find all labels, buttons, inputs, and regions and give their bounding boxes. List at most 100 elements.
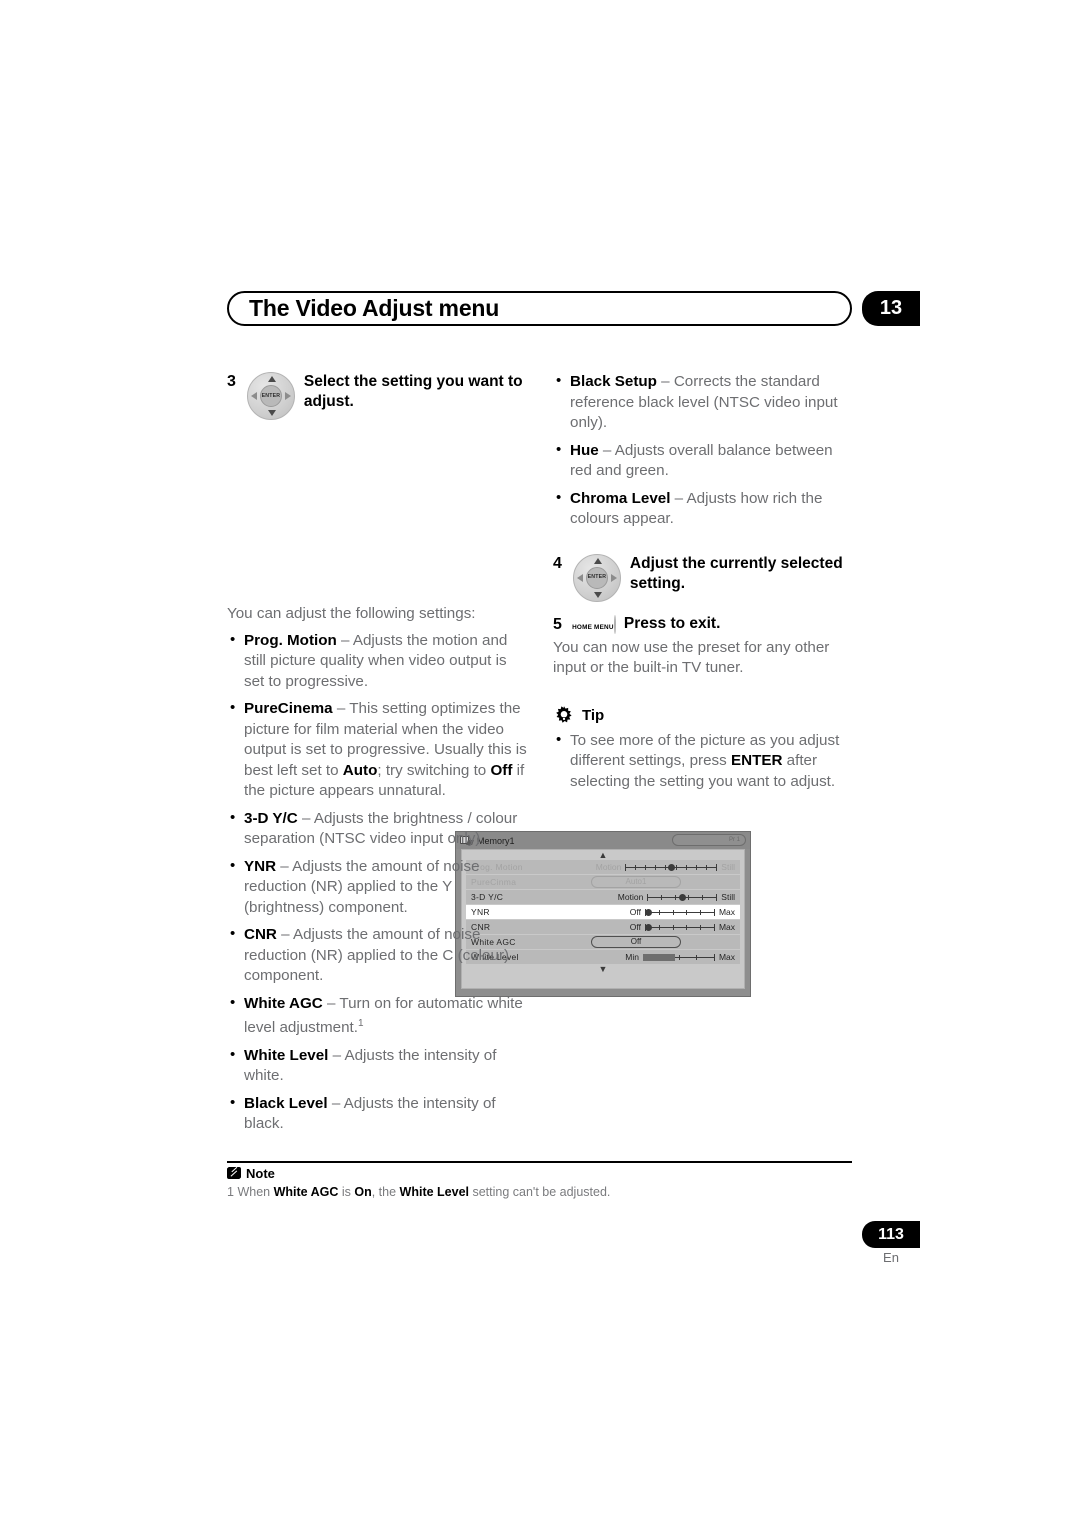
osd-slider[interactable] [642, 953, 715, 962]
setting-bullet-item: Black Setup – Corrects the standard refe… [553, 371, 853, 434]
setting-bullet-item: PureCinema – This setting optimizes the … [227, 698, 527, 802]
osd-slider[interactable] [647, 893, 718, 902]
note-post: setting can't be adjusted. [469, 1185, 611, 1199]
tip-label: Tip [582, 707, 605, 724]
note-pre: When [237, 1185, 274, 1199]
tip-bulb-icon [553, 705, 575, 727]
tip-bullet-list: To see more of the picture as you adjust… [553, 730, 853, 793]
osd-scale-max-label: Max [718, 952, 735, 962]
note-label: Note [246, 1166, 275, 1181]
osd-setting-control[interactable]: Motion Still [563, 862, 735, 872]
note-footnote-text: 1 When White AGC is On, the White Level … [227, 1184, 867, 1200]
note-bold-3: White Level [399, 1185, 469, 1199]
setting-term: Black Setup [570, 373, 657, 390]
setting-description: Adjusts the amount of noise reduction (N… [244, 926, 510, 984]
osd-setting-control[interactable]: Off [563, 936, 735, 948]
enter-button-label: ENTER [259, 385, 282, 407]
page-number-badge: 113 [862, 1221, 920, 1248]
setting-term: White Level [244, 1046, 329, 1064]
note-heading: Note [227, 1166, 275, 1181]
step-5-number: 5 [553, 615, 562, 633]
dpad-enter-icon: ENTER [570, 553, 624, 602]
osd-scale-max-label: Still [721, 862, 735, 872]
setting-bullet-item: White AGC – Turn on for automatic white … [227, 992, 527, 1039]
step-4-number: 4 [553, 554, 562, 572]
step-5-followup: You can now use the preset for any other… [553, 638, 830, 677]
settings-intro: You can adjust the following settings: [227, 605, 476, 622]
osd-scale-min-label: Off [629, 922, 641, 932]
note-mid-1: is [338, 1185, 355, 1199]
right-column: Black Setup – Corrects the standard refe… [553, 371, 853, 799]
step-4-text: Adjust the currently selected setting. [629, 554, 843, 592]
dpad-enter-icon: ENTER [244, 372, 298, 420]
setting-description: Adjusts the amount of noise reduction (N… [244, 857, 480, 916]
enter-button-label: ENTER [585, 566, 608, 589]
chapter-badge: 13 [862, 291, 920, 326]
setting-term: Chroma Level [570, 489, 671, 507]
step-4: 4 ENTER Adjust the currently selected se… [553, 553, 853, 602]
setting-term: 3-D Y/C [244, 809, 298, 827]
osd-scale-min-label: Off [629, 907, 641, 917]
left-column: 3 ENTER Select the setting you want to a… [227, 372, 751, 1142]
setting-term: Black Level [244, 1094, 328, 1112]
document-page: The Video Adjust menu 13 3 ENTER Select … [0, 0, 1080, 1528]
osd-scale-max-label: Still [721, 892, 735, 902]
osd-setting-control[interactable]: Min Max [563, 952, 735, 962]
setting-term: CNR [244, 926, 277, 943]
osd-setting-control[interactable]: Off Max [563, 922, 735, 932]
tip-bullet-bold: ENTER [730, 752, 783, 769]
osd-scale-min-label: Motion [595, 862, 622, 872]
step-5: 5 HOME MENU Press to exit. [553, 614, 853, 634]
setting-term: PureCinema [244, 700, 333, 717]
note-mid-2: , the [371, 1185, 400, 1199]
step-3-text: Select the setting you want to adjust. [303, 373, 523, 410]
footnote-marker: 1 [357, 1018, 364, 1029]
osd-slider[interactable] [644, 923, 715, 932]
osd-option-pill[interactable]: Off [591, 936, 681, 948]
page-language-code: En [883, 1250, 899, 1265]
step-5-text: Press to exit. [623, 614, 721, 632]
setting-bullet-item: White Level – Adjusts the intensity of w… [227, 1045, 527, 1087]
osd-scale-min-label: Motion [617, 892, 644, 902]
setting-bullet-item: YNR – Adjusts the amount of noise reduct… [227, 856, 527, 919]
setting-bullet-item: Black Level – Adjusts the intensity of b… [227, 1093, 527, 1135]
tip-heading: Tip [553, 705, 853, 727]
setting-description-bold: Off [490, 761, 513, 779]
setting-description-bold: Auto [342, 761, 378, 779]
osd-source-tag: Pr 1 [672, 834, 746, 846]
note-bold-2: On [354, 1185, 372, 1199]
osd-scale-max-label: Max [718, 922, 735, 932]
setting-bullet-item: Prog. Motion – Adjusts the motion and st… [227, 630, 527, 693]
osd-setting-control[interactable]: Auto1 [563, 876, 735, 888]
setting-bullet-item: Hue – Adjusts overall balance between re… [553, 440, 853, 482]
step-3: 3 ENTER Select the setting you want to a… [227, 372, 527, 420]
setting-bullet-item: Chroma Level – Adjusts how rich the colo… [553, 488, 853, 530]
setting-term: White AGC [244, 994, 323, 1012]
home-menu-label: HOME MENU [572, 623, 614, 631]
tip-bullet-item: To see more of the picture as you adjust… [553, 730, 853, 793]
page-header-banner: The Video Adjust menu [227, 291, 852, 326]
home-menu-circle [613, 614, 616, 634]
note-pencil-icon [227, 1166, 242, 1180]
osd-setting-control[interactable]: Off Max [563, 907, 735, 917]
note-bold-1: White AGC [273, 1185, 339, 1199]
setting-term: YNR [244, 857, 277, 875]
page-title: The Video Adjust menu [249, 295, 500, 321]
settings-bullet-list-continued: Black Setup – Corrects the standard refe… [553, 371, 853, 530]
setting-bullet-item: CNR – Adjusts the amount of noise reduct… [227, 924, 527, 987]
note-number: 1 [227, 1185, 234, 1199]
setting-term: Prog. Motion [244, 631, 337, 649]
setting-description: Adjusts overall balance between red and … [570, 441, 833, 480]
osd-slider[interactable] [625, 863, 718, 872]
osd-setting-control[interactable]: Motion Still [563, 892, 735, 902]
osd-option-pill[interactable]: Auto1 [591, 876, 681, 888]
setting-bullet-item: 3-D Y/C – Adjusts the brightness / colou… [227, 808, 527, 850]
settings-bullet-list: Prog. Motion – Adjusts the motion and st… [227, 630, 527, 1135]
setting-term: Hue [570, 441, 599, 459]
osd-slider[interactable] [644, 908, 715, 917]
step-3-number: 3 [227, 373, 236, 390]
osd-scale-min-label: Min [625, 952, 639, 962]
note-divider [227, 1161, 852, 1163]
osd-scale-max-label: Max [718, 907, 735, 917]
home-menu-button-icon: HOME MENU [572, 614, 616, 634]
